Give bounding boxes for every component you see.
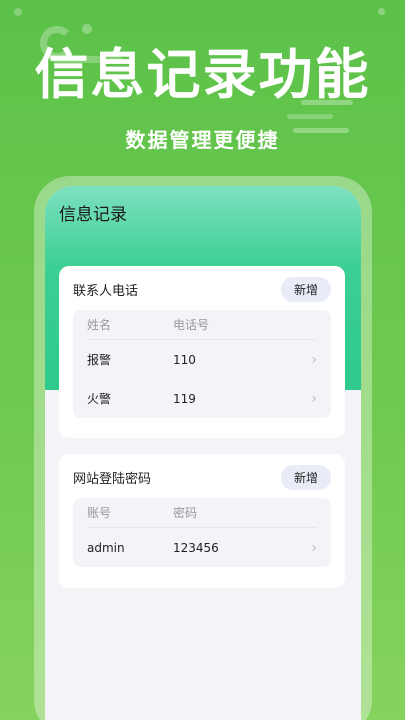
contact-phone: 110 — [173, 352, 196, 367]
add-contact-button[interactable]: 新增 — [280, 276, 331, 302]
contact-name: 报警 — [87, 353, 112, 367]
add-login-button[interactable]: 新增 — [280, 464, 331, 490]
contact-name: 火警 — [87, 392, 112, 406]
decor-dot — [378, 8, 385, 15]
promo-subline: 数据管理更便捷 — [125, 128, 280, 152]
table-row[interactable]: admin 123456 › — [87, 528, 317, 567]
decor-dot — [14, 8, 22, 16]
login-password: 123456 — [173, 540, 219, 555]
card-title: 网站登陆密码 — [73, 471, 152, 487]
column-header-phone: 电话号 — [173, 318, 210, 332]
card-title: 联系人电话 — [73, 283, 139, 299]
table-header: 姓名 电话号 — [87, 310, 317, 340]
column-header-name: 姓名 — [87, 318, 112, 332]
card-header: 网站登陆密码 新增 — [73, 464, 331, 490]
page-title: 信息记录 — [59, 205, 127, 225]
contacts-table: 姓名 电话号 报警 110 › 火警 119 › — [73, 310, 331, 418]
table-header: 账号 密码 — [87, 498, 317, 528]
chevron-right-icon: › — [311, 539, 317, 556]
decor-dot — [82, 24, 92, 34]
phone-frame: 信息记录 联系人电话 新增 姓名 电话号 报警 110 › 火警 119 › 网… — [34, 176, 372, 720]
table-row[interactable]: 火警 119 › — [87, 379, 317, 418]
app-screen: 信息记录 联系人电话 新增 姓名 电话号 报警 110 › 火警 119 › 网… — [45, 186, 361, 720]
card-header: 联系人电话 新增 — [73, 276, 331, 302]
promo-headline: 信息记录功能 — [34, 43, 371, 106]
contacts-card: 联系人电话 新增 姓名 电话号 报警 110 › 火警 119 › — [59, 266, 345, 438]
chevron-right-icon: › — [311, 351, 317, 368]
contact-phone: 119 — [173, 391, 196, 406]
column-header-account: 账号 — [87, 506, 112, 520]
column-header-password: 密码 — [173, 506, 198, 520]
chevron-right-icon: › — [311, 390, 317, 407]
logins-table: 账号 密码 admin 123456 › — [73, 498, 331, 567]
logins-card: 网站登陆密码 新增 账号 密码 admin 123456 › — [59, 454, 345, 588]
login-account: admin — [87, 540, 125, 555]
table-row[interactable]: 报警 110 › — [87, 340, 317, 379]
decor-line — [287, 114, 333, 119]
